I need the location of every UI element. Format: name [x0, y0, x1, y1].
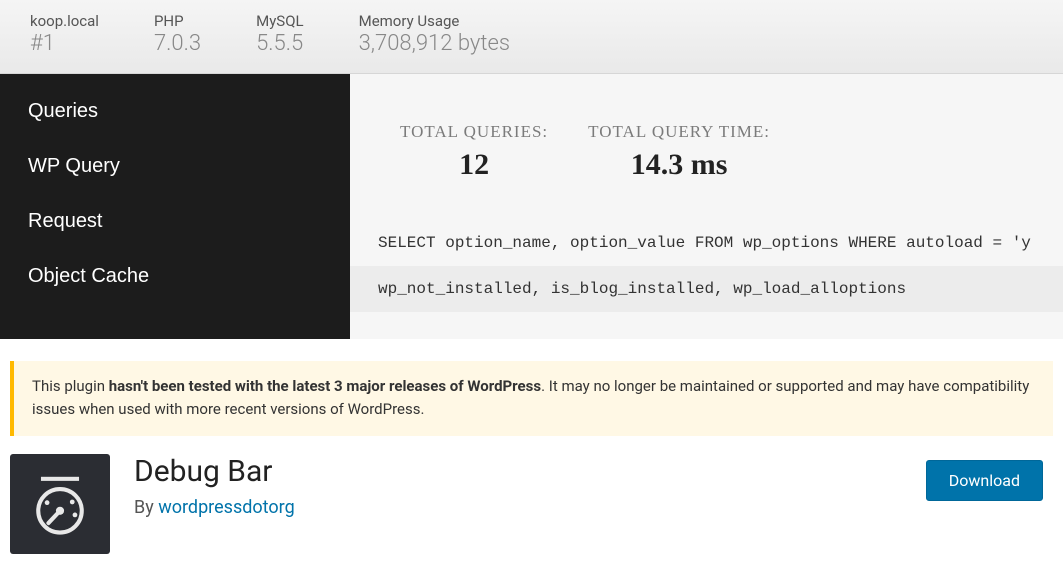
stats-bar: koop.local #1 PHP 7.0.3 MySQL 5.5.5 Memo… [0, 0, 1063, 74]
callers-line: wp_not_installed, is_blog_installed, wp_… [350, 266, 1063, 312]
plugin-actions: Download [926, 454, 1053, 501]
metric-total-time-label: TOTAL QUERY TIME: [588, 122, 770, 142]
sidebar: Queries WP Query Request Object Cache [0, 74, 350, 339]
metrics-row: TOTAL QUERIES: 12 TOTAL QUERY TIME: 14.3… [350, 74, 1063, 182]
plugin-meta: Debug Bar By wordpressdotorg [134, 454, 295, 518]
stat-php-val: 7.0.3 [154, 30, 201, 58]
stat-memory-val: 3,708,912 bytes [359, 30, 510, 58]
stat-mysql-key: MySQL [256, 12, 304, 30]
plugin-byline: By wordpressdotorg [134, 497, 295, 518]
sql-query-line: SELECT option_name, option_value FROM wp… [350, 220, 1063, 266]
plugin-screenshot: koop.local #1 PHP 7.0.3 MySQL 5.5.5 Memo… [0, 0, 1063, 339]
sidebar-item-object-cache[interactable]: Object Cache [0, 249, 350, 304]
by-label: By [134, 497, 158, 518]
sidebar-item-request[interactable]: Request [0, 194, 350, 249]
stat-php: PHP 7.0.3 [154, 12, 201, 58]
speedometer-icon [26, 470, 94, 538]
stat-host: koop.local #1 [30, 12, 99, 58]
stat-host-key: koop.local [30, 12, 99, 30]
plugin-icon [10, 454, 110, 554]
plugin-title: Debug Bar [134, 454, 295, 489]
warning-bold: hasn't been tested with the latest 3 maj… [109, 377, 541, 395]
metric-total-queries-value: 12 [400, 148, 548, 182]
plugin-author-link[interactable]: wordpressdotorg [158, 497, 294, 518]
metric-total-time-value: 14.3 ms [588, 148, 770, 182]
compat-warning: This plugin hasn't been tested with the … [10, 361, 1053, 436]
stat-memory-key: Memory Usage [359, 12, 510, 30]
content-panel: TOTAL QUERIES: 12 TOTAL QUERY TIME: 14.3… [350, 74, 1063, 339]
metric-total-time: TOTAL QUERY TIME: 14.3 ms [588, 122, 770, 182]
sidebar-item-wp-query[interactable]: WP Query [0, 139, 350, 194]
stat-host-val: #1 [30, 30, 99, 58]
metric-total-queries: TOTAL QUERIES: 12 [400, 122, 548, 182]
query-list: SELECT option_name, option_value FROM wp… [350, 220, 1063, 312]
warning-prefix: This plugin [32, 377, 109, 395]
stat-memory: Memory Usage 3,708,912 bytes [359, 12, 510, 58]
stat-mysql-val: 5.5.5 [256, 30, 304, 58]
plugin-header: Debug Bar By wordpressdotorg Download [0, 436, 1063, 554]
body-row: Queries WP Query Request Object Cache TO… [0, 74, 1063, 339]
download-button[interactable]: Download [926, 460, 1043, 501]
metric-total-queries-label: TOTAL QUERIES: [400, 122, 548, 142]
stat-php-key: PHP [154, 12, 201, 30]
stat-mysql: MySQL 5.5.5 [256, 12, 304, 58]
sidebar-item-queries[interactable]: Queries [0, 84, 350, 139]
